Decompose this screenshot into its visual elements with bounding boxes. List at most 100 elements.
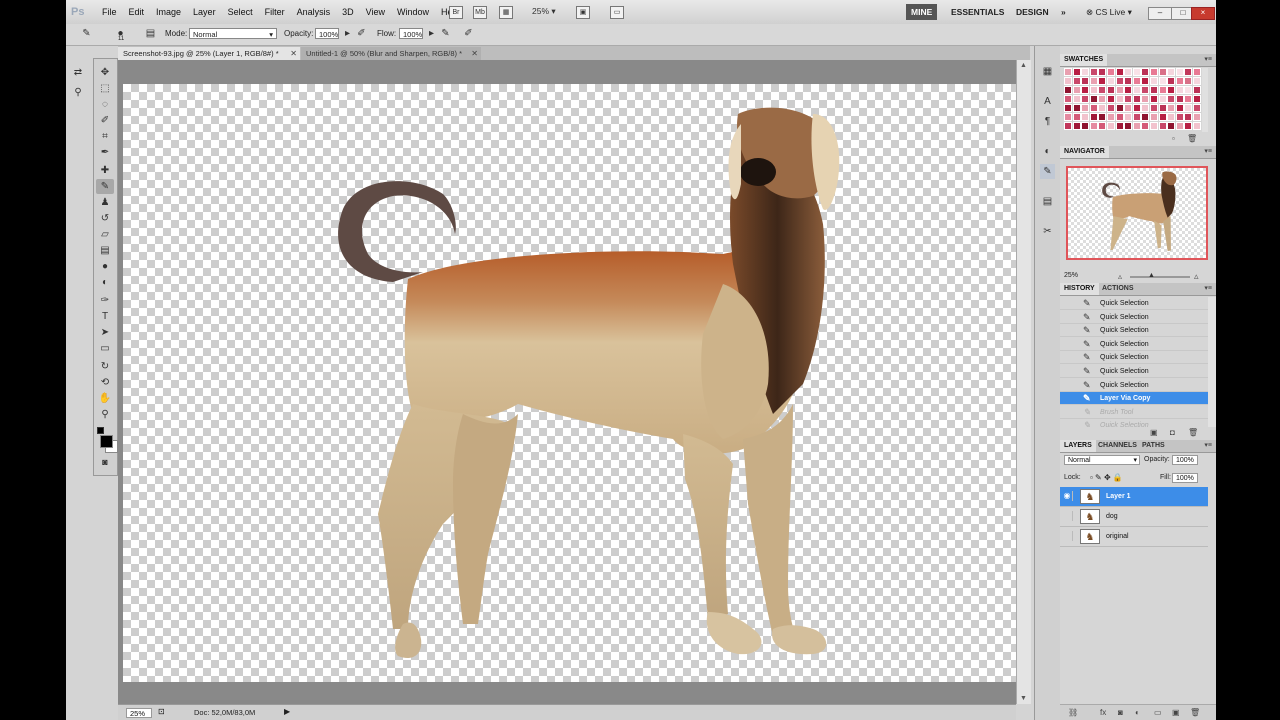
lasso-tool-icon[interactable]: ◌ bbox=[96, 97, 114, 112]
panel-menu-icon[interactable]: ▾≡ bbox=[1204, 441, 1212, 449]
status-info-icon[interactable]: ⊡ bbox=[158, 707, 165, 716]
visibility-eye-icon[interactable] bbox=[1062, 511, 1073, 521]
swatch-cell[interactable] bbox=[1175, 68, 1184, 76]
swatch-cell[interactable] bbox=[1064, 113, 1072, 121]
swatch-cell[interactable] bbox=[1150, 95, 1158, 103]
swatch-cell[interactable] bbox=[1115, 104, 1124, 112]
tab-history[interactable]: HISTORY bbox=[1060, 283, 1099, 295]
pen-tool-icon[interactable]: ✑ bbox=[96, 293, 114, 308]
swatch-cell[interactable] bbox=[1175, 86, 1184, 94]
eyedropper-tool-icon[interactable]: ✒ bbox=[96, 145, 114, 160]
tab-untitled-1[interactable]: Untitled-1 @ 50% (Blur and Sharpen, RGB/… bbox=[301, 47, 481, 60]
swatch-cell[interactable] bbox=[1167, 86, 1176, 94]
swatch-cell[interactable] bbox=[1150, 77, 1158, 85]
default-colors-icon[interactable] bbox=[97, 427, 104, 434]
swatch-cell[interactable] bbox=[1141, 104, 1150, 112]
swatch-cell[interactable] bbox=[1141, 113, 1150, 121]
swatch-cell[interactable] bbox=[1193, 68, 1201, 76]
crop-tool-icon[interactable]: ⌗ bbox=[96, 129, 114, 144]
swatch-cell[interactable] bbox=[1124, 122, 1133, 130]
bridge-icon[interactable]: Br bbox=[449, 6, 463, 19]
swatch-cell[interactable] bbox=[1098, 95, 1107, 103]
flow-arrow-icon[interactable]: ▸ bbox=[425, 28, 438, 40]
swatch-cell[interactable] bbox=[1064, 86, 1072, 94]
swatch-cell[interactable] bbox=[1081, 95, 1090, 103]
swatch-cell[interactable] bbox=[1184, 86, 1193, 94]
history-item[interactable]: ✎ Quick Selection bbox=[1060, 311, 1208, 324]
3d-rotate-tool-icon[interactable]: ↻ bbox=[96, 359, 114, 374]
3d-orbit-tool-icon[interactable]: ⟲ bbox=[96, 375, 114, 390]
swatch-cell[interactable] bbox=[1072, 113, 1081, 121]
brush-tool-icon[interactable]: ✎ bbox=[96, 179, 114, 194]
swatch-cell[interactable] bbox=[1115, 113, 1124, 121]
tab-navigator[interactable]: NAVIGATOR bbox=[1060, 146, 1109, 158]
trash-icon[interactable]: 🗑 bbox=[1190, 708, 1200, 717]
swatch-cell[interactable] bbox=[1167, 104, 1176, 112]
menu-select[interactable]: Select bbox=[222, 0, 259, 24]
minimize-button[interactable]: – bbox=[1148, 7, 1172, 20]
history-item[interactable]: ✎ Brush Tool bbox=[1060, 406, 1208, 419]
link-layers-icon[interactable]: ⛓ bbox=[1068, 708, 1078, 717]
tab-screenshot-93[interactable]: Screenshot-93.jpg @ 25% (Layer 1, RGB/8#… bbox=[118, 47, 300, 60]
layer-row[interactable]: ◉ ♞ Layer 1 bbox=[1060, 487, 1208, 507]
tools-panel-icon[interactable]: ✂ bbox=[1040, 224, 1055, 239]
history-item[interactable]: ✎ Quick Selection bbox=[1060, 365, 1208, 378]
eraser-tool-icon[interactable]: ▱ bbox=[96, 227, 114, 242]
swatch-cell[interactable] bbox=[1167, 113, 1176, 121]
swatch-cell[interactable] bbox=[1184, 104, 1193, 112]
swatch-cell[interactable] bbox=[1141, 77, 1150, 85]
swatch-cell[interactable] bbox=[1175, 113, 1184, 121]
swatch-cell[interactable] bbox=[1132, 86, 1141, 94]
swatch-cell[interactable] bbox=[1193, 86, 1201, 94]
styles-panel-icon[interactable]: ▤ bbox=[1040, 194, 1055, 209]
history-item[interactable]: ✎ Quick Selection bbox=[1060, 324, 1208, 338]
swatch-cell[interactable] bbox=[1132, 77, 1141, 85]
brush-panel-icon[interactable]: ▤ bbox=[144, 28, 157, 40]
swatch-cell[interactable] bbox=[1175, 104, 1184, 112]
document-canvas[interactable] bbox=[123, 84, 1016, 682]
tab-swatches[interactable]: SWATCHES bbox=[1060, 54, 1108, 66]
layer-mask-icon[interactable]: ◙ bbox=[1118, 708, 1123, 717]
brush-panel-icon[interactable]: ✎ bbox=[1040, 164, 1055, 179]
swatch-cell[interactable] bbox=[1072, 77, 1081, 85]
swatch-cell[interactable] bbox=[1072, 104, 1081, 112]
swatch-cell[interactable] bbox=[1141, 68, 1150, 76]
swatch-cell[interactable] bbox=[1132, 68, 1141, 76]
swatch-cell[interactable] bbox=[1098, 104, 1107, 112]
layer-opacity-field[interactable]: 100% bbox=[1172, 455, 1198, 465]
healing-brush-tool-icon[interactable]: ✚ bbox=[96, 163, 114, 178]
swatch-cell[interactable] bbox=[1089, 86, 1098, 94]
foreground-color-swatch[interactable] bbox=[100, 435, 113, 448]
status-menu-arrow-icon[interactable]: ▶ bbox=[284, 707, 290, 716]
swatch-cell[interactable] bbox=[1193, 113, 1201, 121]
swatch-cell[interactable] bbox=[1115, 77, 1124, 85]
history-brush-tool-icon[interactable]: ↺ bbox=[96, 211, 114, 226]
history-item[interactable]: ✎ Layer Via Copy bbox=[1060, 392, 1208, 406]
navigator-preview[interactable] bbox=[1066, 166, 1208, 260]
airbrush-icon[interactable]: ✎ bbox=[439, 28, 452, 40]
tablet-size-icon[interactable]: ✐ bbox=[462, 28, 475, 40]
scroll-up-icon[interactable]: ▲ bbox=[1020, 62, 1027, 69]
swatch-cell[interactable] bbox=[1124, 95, 1133, 103]
marquee-tool-icon[interactable]: ⬚ bbox=[96, 81, 114, 96]
close-button[interactable]: × bbox=[1191, 7, 1215, 20]
menu-analysis[interactable]: Analysis bbox=[291, 0, 337, 24]
swatch-cell[interactable] bbox=[1158, 113, 1167, 121]
zoom-in-icon[interactable]: ▵ bbox=[1194, 271, 1199, 282]
scroll-down-icon[interactable]: ▼ bbox=[1020, 695, 1027, 702]
clone-source-icon[interactable]: ⚲ bbox=[71, 86, 85, 100]
lock-icons[interactable]: ▫ ✎ ✥ 🔒 bbox=[1090, 473, 1123, 482]
swatch-cell[interactable] bbox=[1064, 122, 1072, 130]
brush-preset-icon[interactable]: ✎ bbox=[80, 28, 93, 40]
swatch-cell[interactable] bbox=[1115, 95, 1124, 103]
cs-live-button[interactable]: ⊗ CS Live ▾ bbox=[1086, 4, 1132, 20]
swatch-cell[interactable] bbox=[1081, 122, 1090, 130]
swatch-cell[interactable] bbox=[1098, 77, 1107, 85]
tablet-opacity-icon[interactable]: ✐ bbox=[355, 28, 368, 40]
swatch-cell[interactable] bbox=[1167, 68, 1176, 76]
adjustment-layer-icon[interactable]: ◐ bbox=[1135, 708, 1140, 717]
swatch-cell[interactable] bbox=[1124, 68, 1133, 76]
swatch-cell[interactable] bbox=[1175, 77, 1184, 85]
type-tool-icon[interactable]: T bbox=[96, 309, 114, 324]
new-swatch-icon[interactable]: ▫ bbox=[1172, 134, 1175, 143]
